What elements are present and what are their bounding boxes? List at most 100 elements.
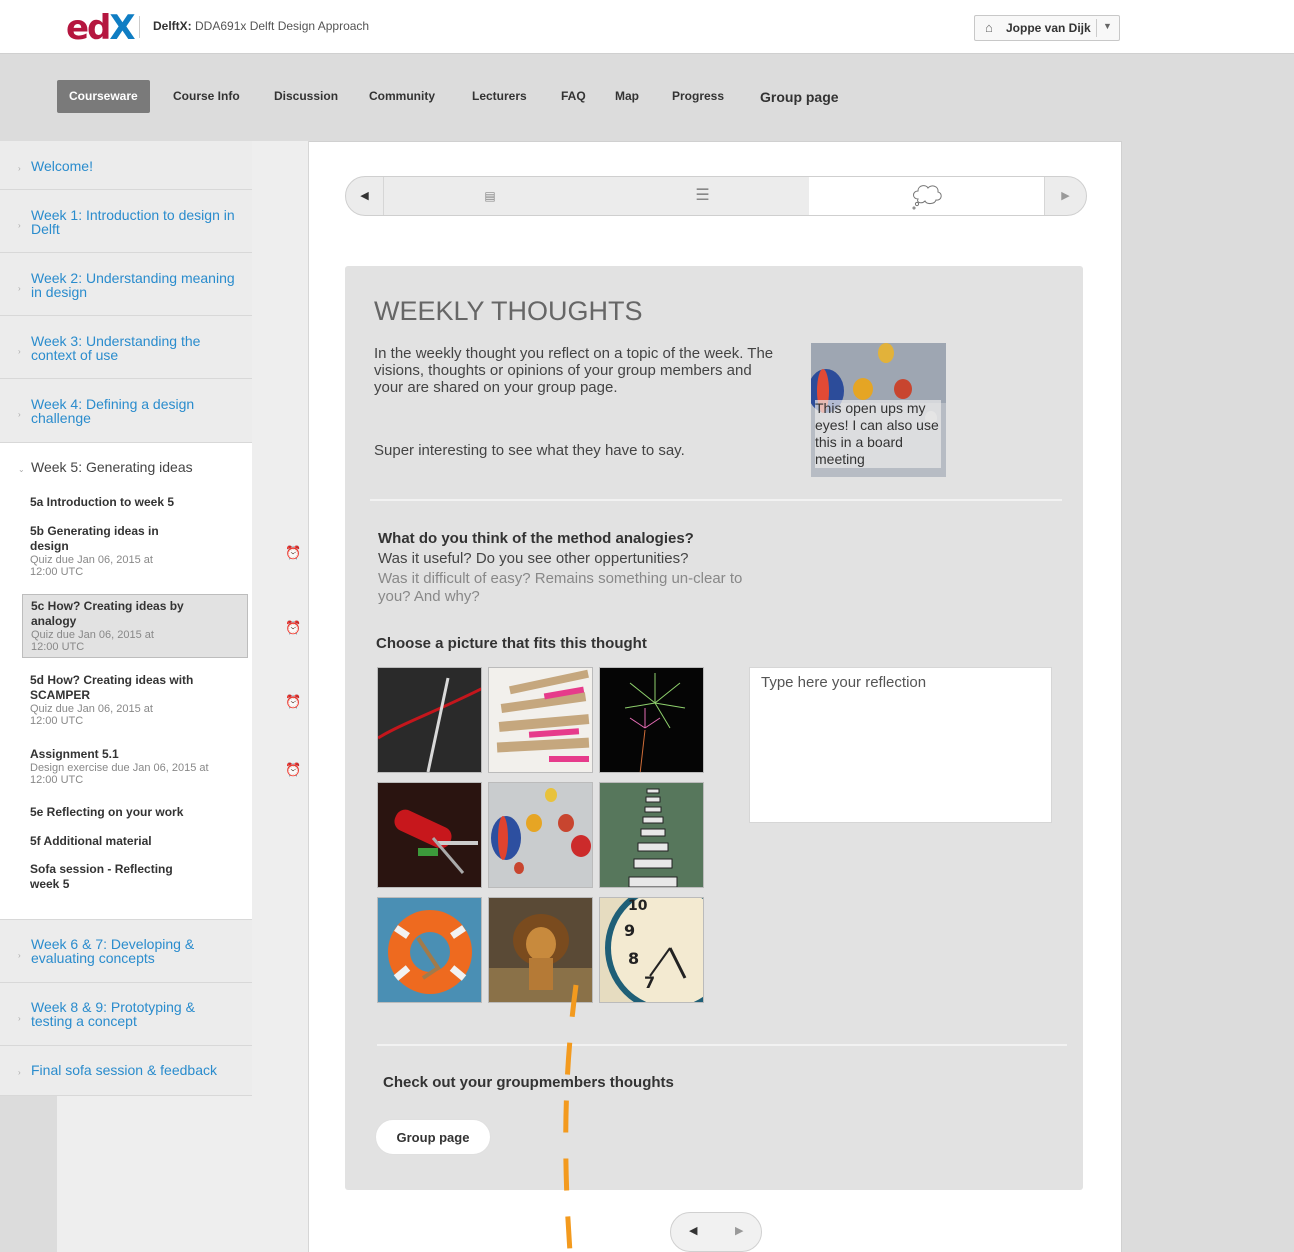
subsection-5a[interactable]: 5a Introduction to week 5 <box>30 495 235 510</box>
alarm-clock-icon: ⏰ <box>285 694 302 709</box>
edx-logo[interactable]: edX <box>66 8 136 48</box>
user-menu-button[interactable]: ⌂ Joppe van Dijk ▼ <box>974 15 1120 41</box>
needle-thread-image <box>378 668 481 772</box>
sequence-prev-button[interactable]: ◀ <box>346 177 384 215</box>
alarm-clock-icon: ⏰ <box>285 620 302 635</box>
hot-air-balloons-image <box>489 783 592 887</box>
picture-needle-thread[interactable] <box>377 667 482 773</box>
picture-hot-air-balloons[interactable] <box>488 782 593 888</box>
subsection-title: 5c How? Creating ideas by analogy <box>31 599 184 628</box>
subsection-title: 5e Reflecting on your work <box>30 805 184 819</box>
picture-pocket-knife[interactable] <box>377 782 482 888</box>
chevron-right-icon: › <box>18 1014 21 1023</box>
subsection-5b[interactable]: 5b Generating ideas in design Quiz due J… <box>30 524 180 578</box>
sidebar-chapter-week8-9[interactable]: › Week 8 & 9: Prototyping & testing a co… <box>0 983 252 1046</box>
chapter-label: Week 6 & 7: Developing & evaluating conc… <box>31 936 195 966</box>
video-icon: ▤ <box>484 189 496 203</box>
tab-lecturers[interactable]: Lecturers <box>472 80 527 113</box>
paper-stack-image <box>489 668 592 772</box>
picture-paper-stack[interactable] <box>488 667 593 773</box>
page-title: WEEKLY THOUGHTS <box>374 296 643 326</box>
card-caption: This open ups my eyes! I can also use th… <box>815 400 941 468</box>
reflection-input[interactable] <box>749 667 1052 823</box>
user-menu-divider <box>1096 19 1097 37</box>
sequence-tab-video[interactable]: ▤ <box>384 177 596 215</box>
lion-image <box>489 898 592 1002</box>
tab-progress[interactable]: Progress <box>672 80 724 113</box>
picture-lion[interactable] <box>488 897 593 1003</box>
subsection-due: Quiz due Jan 06, 2015 at 12:00 UTC <box>30 554 153 578</box>
subsection-title: 5a Introduction to week 5 <box>30 495 175 509</box>
chapter-label: Week 8 & 9: Prototyping & testing a conc… <box>31 999 195 1029</box>
sidebar-chapter-final[interactable]: › Final sofa session & feedback <box>0 1046 252 1096</box>
subsection-5d[interactable]: 5d How? Creating ideas with SCAMPER Quiz… <box>30 673 215 727</box>
tab-map[interactable]: Map <box>615 80 639 113</box>
subsection-due: Quiz due Jan 06, 2015 at 12:00 UTC <box>31 629 154 653</box>
subsection-5c[interactable]: 5c How? Creating ideas by analogy Quiz d… <box>22 594 248 658</box>
tab-group-page[interactable]: Group page <box>760 81 839 114</box>
bottom-next-button[interactable]: ▶ <box>735 1224 743 1237</box>
course-title: DelftX: DDA691x Delft Design Approach <box>153 19 369 33</box>
chapter-label: Week 5: Generating ideas <box>31 459 193 475</box>
question-heading: What do you think of the method analogie… <box>378 530 694 547</box>
chevron-down-icon[interactable]: ▼ <box>1103 21 1112 31</box>
chevron-right-icon: › <box>18 284 21 293</box>
course-org: DelftX: <box>153 19 192 33</box>
subsection-assignment-5-1[interactable]: Assignment 5.1 Design exercise due Jan 0… <box>30 747 215 786</box>
chapter-label: Welcome! <box>31 158 93 174</box>
sequence-next-button[interactable]: ▶ <box>1044 177 1086 215</box>
intro-text-2: Super interesting to see what they have … <box>374 442 685 459</box>
fireworks-image <box>600 668 703 772</box>
tab-course-info[interactable]: Course Info <box>173 80 240 113</box>
course-name: DDA691x Delft Design Approach <box>195 19 370 33</box>
question-muted: Was it difficult of easy? Remains someth… <box>378 570 743 605</box>
sequence-tab-text[interactable]: ☰ <box>596 177 809 215</box>
weekly-thoughts-panel: WEEKLY THOUGHTS In the weekly thought yo… <box>345 266 1083 1190</box>
svg-text:7: 7 <box>644 973 655 992</box>
chapter-label: Week 2: Understanding meaning in design <box>31 270 235 300</box>
tab-community[interactable]: Community <box>369 80 435 113</box>
sidebar-chapter-week1[interactable]: › Week 1: Introduction to design in Delf… <box>0 190 252 253</box>
group-page-button[interactable]: Group page <box>375 1119 491 1155</box>
subsection-title: Assignment 5.1 <box>30 747 119 761</box>
subsection-5f[interactable]: 5f Additional material <box>30 834 235 849</box>
sidebar-chapter-week2[interactable]: › Week 2: Understanding meaning in desig… <box>0 253 252 316</box>
tab-discussion[interactable]: Discussion <box>274 80 338 113</box>
tab-faq[interactable]: FAQ <box>561 80 586 113</box>
svg-text:10: 10 <box>628 898 648 914</box>
pocket-knife-image <box>378 783 481 887</box>
question-text: Was it useful? Do you see other oppertun… <box>378 550 689 567</box>
life-buoy-image <box>378 898 481 1002</box>
bottom-sequence-nav: ◀ ▶ <box>670 1212 762 1252</box>
chevron-right-icon: › <box>18 410 21 419</box>
subsection-sofa-session[interactable]: Sofa session - Reflecting week 5 <box>30 862 190 892</box>
sequence-nav: ◀ ▤ ☰ ▶ <box>345 176 1087 216</box>
sidebar-chapter-week6-7[interactable]: › Week 6 & 7: Developing & evaluating co… <box>0 920 252 983</box>
subsection-5e[interactable]: 5e Reflecting on your work <box>30 805 235 820</box>
sidebar-chapter-week4[interactable]: › Week 4: Defining a design challenge <box>0 379 252 443</box>
subsection-due: Quiz due Jan 06, 2015 at 12:00 UTC <box>30 703 153 727</box>
text-icon: ☰ <box>695 187 710 204</box>
sidebar-chapter-week3[interactable]: › Week 3: Understanding the context of u… <box>0 316 252 379</box>
stepping-stones-image <box>600 783 703 887</box>
picture-stepping-stones[interactable] <box>599 782 704 888</box>
thought-bubble-icon <box>912 185 942 210</box>
svg-text:8: 8 <box>628 949 639 968</box>
picture-grid: 10 9 8 7 <box>377 667 707 1003</box>
picture-clock[interactable]: 10 9 8 7 <box>599 897 704 1003</box>
sequence-tab-thought[interactable] <box>809 177 1044 215</box>
subsection-title: 5d How? Creating ideas with SCAMPER <box>30 673 194 702</box>
choose-picture-label: Choose a picture that fits this thought <box>376 635 647 652</box>
sidebar-chapter-welcome[interactable]: › Welcome! <box>0 141 252 190</box>
bottom-prev-button[interactable]: ◀ <box>689 1224 697 1237</box>
picture-life-buoy[interactable] <box>377 897 482 1003</box>
picture-fireworks[interactable] <box>599 667 704 773</box>
subsection-due: Design exercise due Jan 06, 2015 at 12:0… <box>30 762 209 786</box>
section-divider <box>370 499 1062 501</box>
home-icon: ⌂ <box>985 20 993 35</box>
chevron-right-icon: › <box>18 164 21 173</box>
chapter-label: Week 4: Defining a design challenge <box>31 396 195 426</box>
chevron-right-icon: › <box>18 1068 21 1077</box>
tab-courseware[interactable]: Courseware <box>57 80 150 113</box>
chevron-right-icon: › <box>18 347 21 356</box>
